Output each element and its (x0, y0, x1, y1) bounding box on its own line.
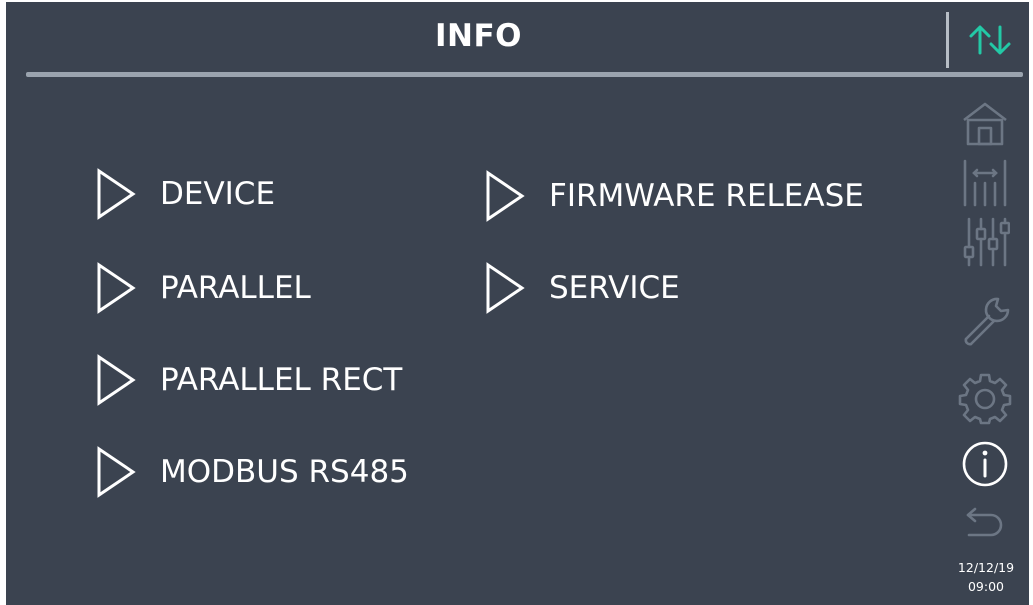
page-title: INFO (434, 18, 522, 54)
menu-item-modbus-rs485[interactable]: MODBUS RS485 (96, 442, 409, 502)
menu-item-device[interactable]: DEVICE (96, 164, 275, 224)
up-down-arrows-icon (969, 25, 1011, 55)
date-text: 12/12/19 (957, 560, 1015, 575)
menu-item-label: PARALLEL RECT (160, 362, 403, 398)
play-triangle-icon (486, 170, 525, 222)
home-icon (963, 102, 1007, 146)
back-arrow-icon (966, 507, 1003, 537)
menu-item-label: FIRMWARE RELEASE (549, 178, 864, 214)
menu-item-label: SERVICE (549, 270, 680, 306)
info-icon (962, 441, 1008, 487)
play-triangle-icon (97, 446, 136, 498)
sidebar-item-service[interactable] (957, 294, 1013, 350)
measurements-icon (963, 159, 1007, 207)
menu-item-firmware-release[interactable]: FIRMWARE RELEASE (485, 166, 864, 226)
sidebar-item-settings[interactable] (957, 370, 1013, 426)
header-underline (26, 72, 1023, 77)
date-time-display: 12/12/19 09:00 (954, 558, 1018, 596)
menu-item-label: PARALLEL (160, 270, 311, 306)
wrench-icon (964, 297, 1010, 346)
adjust-sliders-icon (963, 217, 1010, 267)
hmi-screen: INFO DEVICE PARALLEL PARALLEL RECT MODBU… (6, 2, 1029, 605)
menu-item-service[interactable]: SERVICE (485, 258, 680, 318)
time-text: 09:00 (967, 579, 1005, 594)
play-triangle-icon (97, 354, 136, 406)
play-triangle-icon (97, 168, 136, 220)
menu-item-label: MODBUS RS485 (160, 454, 409, 490)
menu-item-label: DEVICE (160, 176, 276, 212)
play-triangle-icon (97, 262, 136, 314)
sidebar-item-home[interactable] (957, 96, 1013, 152)
sidebar-item-adjust[interactable] (957, 214, 1013, 270)
sidebar-item-back[interactable] (957, 495, 1013, 551)
sidebar-item-measurements[interactable] (957, 155, 1013, 211)
header-divider (946, 12, 949, 68)
menu-item-parallel-rect[interactable]: PARALLEL RECT (96, 350, 402, 410)
sidebar-item-info[interactable] (957, 436, 1013, 492)
play-triangle-icon (486, 262, 525, 314)
gear-icon (958, 373, 1012, 425)
scroll-button[interactable] (954, 16, 1026, 64)
menu-item-parallel[interactable]: PARALLEL (96, 258, 311, 318)
